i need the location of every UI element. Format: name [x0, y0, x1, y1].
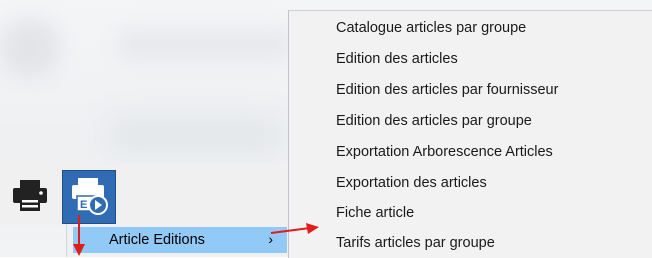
- blurred-region: [110, 115, 280, 155]
- submenu: Article Editions ›: [66, 224, 291, 257]
- submenu-item-article-editions[interactable]: Article Editions ›: [73, 227, 287, 253]
- popup-menu: Catalogue articles par groupe Edition de…: [288, 10, 652, 258]
- blurred-region: [0, 18, 60, 78]
- menu-item-fiche-article[interactable]: Fiche article: [336, 202, 414, 224]
- blurred-region: [120, 30, 290, 60]
- svg-text:E: E: [80, 199, 87, 211]
- menu-item-edition-des-articles[interactable]: Edition des articles: [336, 48, 458, 70]
- chevron-right-icon: ›: [268, 231, 273, 247]
- article-editions-icon-button[interactable]: E: [62, 170, 116, 224]
- menu-item-tarifs-articles-par-groupe[interactable]: Tarifs articles par groupe: [336, 232, 495, 254]
- menu-item-edition-par-fournisseur[interactable]: Edition des articles par fournisseur: [336, 79, 558, 101]
- printer-icon[interactable]: [10, 175, 50, 215]
- menu-item-catalogue-articles-par-groupe[interactable]: Catalogue articles par groupe: [336, 17, 526, 39]
- menu-item-exportation-des-articles[interactable]: Exportation des articles: [336, 172, 487, 194]
- menu-item-edition-par-groupe[interactable]: Edition des articles par groupe: [336, 110, 532, 132]
- submenu-item-label: Article Editions: [109, 232, 205, 248]
- article-editions-icon: E: [72, 178, 108, 215]
- menu-item-exportation-arborescence[interactable]: Exportation Arborescence Articles: [336, 141, 553, 163]
